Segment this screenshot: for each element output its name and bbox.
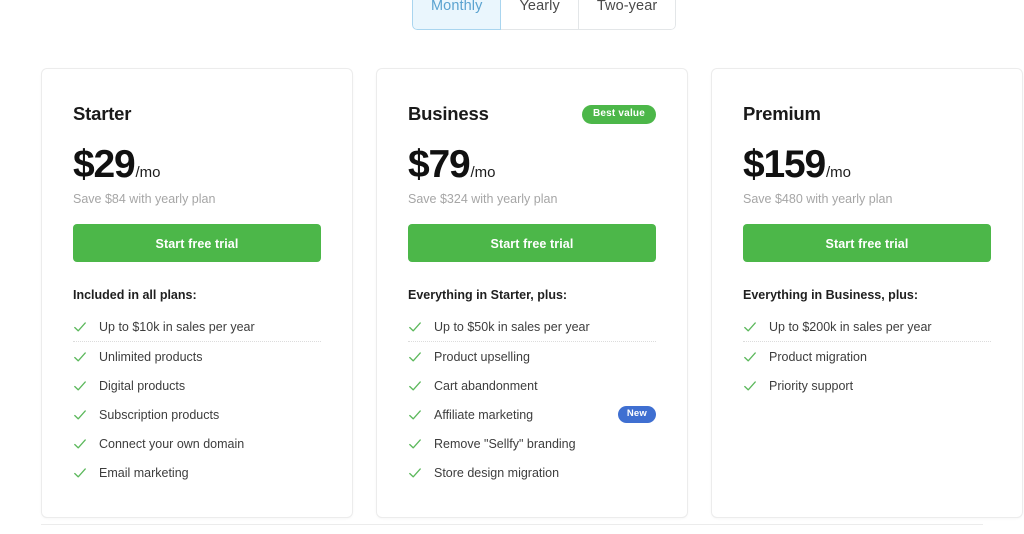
feature-item: Digital products xyxy=(73,371,321,400)
price-row: $159/mo xyxy=(743,145,991,184)
price-row: $79/mo xyxy=(408,145,656,184)
yearly-savings-note: Save $480 with yearly plan xyxy=(743,192,893,206)
plan-price: $159 xyxy=(743,143,826,186)
feature-label: Up to $10k in sales per year xyxy=(99,319,255,334)
check-icon xyxy=(74,351,86,362)
check-icon xyxy=(409,467,421,478)
plan-price-period: /mo xyxy=(135,164,161,181)
new-badge: New xyxy=(617,406,656,423)
card-header: Starter xyxy=(73,102,321,126)
feature-label: Store design migration xyxy=(434,465,560,480)
feature-item: Subscription products xyxy=(73,400,321,429)
features-title: Everything in Starter, plus: xyxy=(408,288,568,302)
section-divider xyxy=(41,524,983,525)
features-title: Included in all plans: xyxy=(73,288,197,302)
billing-tab-two-year[interactable]: Two-year xyxy=(578,0,677,30)
card-header: Business Best value xyxy=(408,102,656,126)
features-title: Everything in Business, plus: xyxy=(743,288,919,302)
plan-price-period: /mo xyxy=(825,164,851,181)
check-icon xyxy=(409,438,421,449)
card-header: Premium xyxy=(743,102,991,126)
yearly-savings-note: Save $84 with yearly plan xyxy=(73,192,216,206)
price-row: $29/mo xyxy=(73,145,321,184)
feature-item: Email marketing xyxy=(73,458,321,487)
yearly-savings-note: Save $324 with yearly plan xyxy=(408,192,558,206)
feature-label: Up to $50k in sales per year xyxy=(434,319,590,334)
billing-tab-yearly[interactable]: Yearly xyxy=(501,0,579,30)
plan-name: Starter xyxy=(73,103,132,124)
check-icon xyxy=(409,351,421,362)
feature-item: Priority support xyxy=(743,371,991,400)
check-icon xyxy=(409,409,421,420)
start-free-trial-button[interactable]: Start free trial xyxy=(73,224,321,262)
feature-item: Connect your own domain xyxy=(73,429,321,458)
feature-label: Email marketing xyxy=(99,465,189,480)
pricing-card-premium: Premium $159/mo Save $480 with yearly plan… xyxy=(711,68,1023,518)
check-icon xyxy=(74,321,86,332)
check-icon xyxy=(409,321,421,332)
feature-item: Store design migration xyxy=(408,458,656,487)
feature-item: Product migration xyxy=(743,342,991,371)
feature-label: Remove "Sellfy" branding xyxy=(434,436,576,451)
feature-item: Product upselling xyxy=(408,342,656,371)
feature-item: Unlimited products xyxy=(73,342,321,371)
plan-price-period: /mo xyxy=(470,164,496,181)
plan-price: $29 xyxy=(73,143,136,186)
feature-label: Subscription products xyxy=(99,407,220,422)
pricing-card-business: Business Best value $79/mo Save $324 with y… xyxy=(376,68,688,518)
feature-label: Unlimited products xyxy=(99,349,203,364)
feature-item: Up to $10k in sales per year xyxy=(73,312,321,342)
feature-list: Up to $10k in sales per year Unlimited pr… xyxy=(73,312,321,487)
check-icon xyxy=(74,380,86,391)
feature-label: Product upselling xyxy=(434,349,530,364)
check-icon xyxy=(744,321,756,332)
check-icon xyxy=(74,438,86,449)
feature-label: Affiliate marketing xyxy=(434,407,534,422)
check-icon xyxy=(74,467,86,478)
plan-price: $79 xyxy=(408,143,471,186)
feature-item: Remove "Sellfy" branding xyxy=(408,429,656,458)
billing-tab-monthly[interactable]: Monthly xyxy=(412,0,502,30)
feature-item: Up to $200k in sales per year xyxy=(743,312,991,342)
pricing-card-grid: Starter $29/mo Save $84 with yearly plan St… xyxy=(41,68,1023,518)
start-free-trial-button[interactable]: Start free trial xyxy=(408,224,656,262)
feature-label: Digital products xyxy=(99,378,186,393)
billing-period-toggle[interactable]: Monthly Yearly Two-year xyxy=(412,0,677,30)
check-icon xyxy=(409,380,421,391)
check-icon xyxy=(744,351,756,362)
feature-list: Up to $50k in sales per year Product upse… xyxy=(408,312,656,487)
feature-item: Cart abandonment xyxy=(408,371,656,400)
check-icon xyxy=(74,409,86,420)
feature-label: Connect your own domain xyxy=(99,436,245,451)
pricing-card-starter: Starter $29/mo Save $84 with yearly plan St… xyxy=(41,68,353,518)
feature-label: Cart abandonment xyxy=(434,378,538,393)
feature-label: Up to $200k in sales per year xyxy=(769,319,932,334)
plan-name: Business xyxy=(408,103,489,124)
feature-item: Affiliate marketing New xyxy=(408,400,656,429)
feature-item: Up to $50k in sales per year xyxy=(408,312,656,342)
pricing-page: Monthly Yearly Two-year Starter $29/mo Save … xyxy=(0,0,1024,534)
feature-list: Up to $200k in sales per year Product mig… xyxy=(743,312,991,400)
feature-label: Product migration xyxy=(769,349,867,364)
plan-name: Premium xyxy=(743,103,821,124)
check-icon xyxy=(744,380,756,391)
start-free-trial-button[interactable]: Start free trial xyxy=(743,224,991,262)
feature-label: Priority support xyxy=(769,378,854,393)
best-value-badge: Best value xyxy=(581,104,656,124)
